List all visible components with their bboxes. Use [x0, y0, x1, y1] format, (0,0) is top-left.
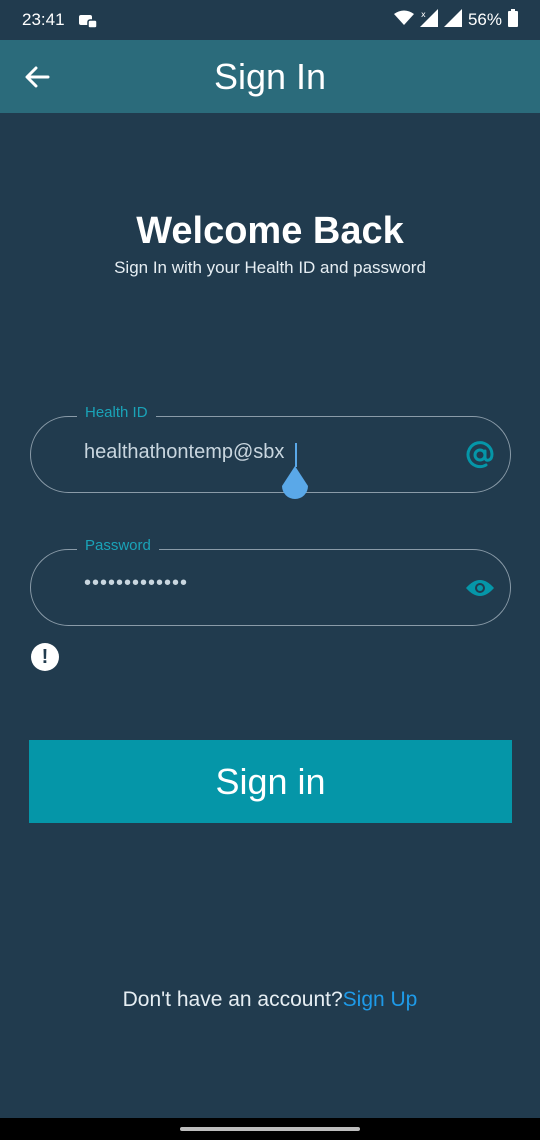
- page-title: Sign In: [213, 55, 327, 97]
- password-input[interactable]: •••••••••••••: [84, 572, 188, 595]
- password-field[interactable]: Password •••••••••••••: [30, 537, 511, 626]
- password-label: Password: [77, 537, 159, 554]
- status-indicators: x 56%: [393, 8, 518, 32]
- health-id-field[interactable]: Health ID healthathontemp@sbx: [30, 404, 511, 493]
- status-bar: 23:41 x 56%: [0, 0, 540, 40]
- at-icon: [464, 439, 496, 471]
- welcome-heading: Welcome Back: [136, 210, 404, 252]
- signal-icon: x: [419, 8, 438, 32]
- eye-icon[interactable]: [464, 572, 496, 604]
- status-time: 23:41: [22, 10, 65, 29]
- signal-icon-2: [443, 8, 462, 32]
- back-arrow-icon[interactable]: [22, 62, 52, 92]
- signup-prompt: Don't have an account?: [122, 988, 343, 1011]
- notification-icon: [78, 13, 98, 29]
- sign-in-button[interactable]: Sign in: [29, 740, 512, 823]
- wifi-icon: [393, 10, 414, 31]
- sign-up-link[interactable]: Sign Up: [343, 988, 418, 1011]
- app-bar: Sign In: [0, 40, 540, 113]
- signup-prompt-line: Don't have an account?Sign Up: [0, 988, 540, 1012]
- welcome-subtitle: Sign In with your Health ID and password: [114, 258, 426, 277]
- system-nav-bar: [0, 1118, 540, 1140]
- health-id-label: Health ID: [77, 404, 156, 421]
- text-cursor: [295, 443, 297, 467]
- svg-text:x: x: [421, 10, 426, 19]
- home-gesture-pill[interactable]: [180, 1127, 360, 1131]
- error-icon: !: [31, 643, 59, 671]
- health-id-input[interactable]: healthathontemp@sbx: [84, 441, 284, 464]
- battery-percent: 56%: [467, 10, 502, 29]
- text-selection-handle[interactable]: [281, 466, 309, 500]
- battery-icon: [508, 8, 518, 32]
